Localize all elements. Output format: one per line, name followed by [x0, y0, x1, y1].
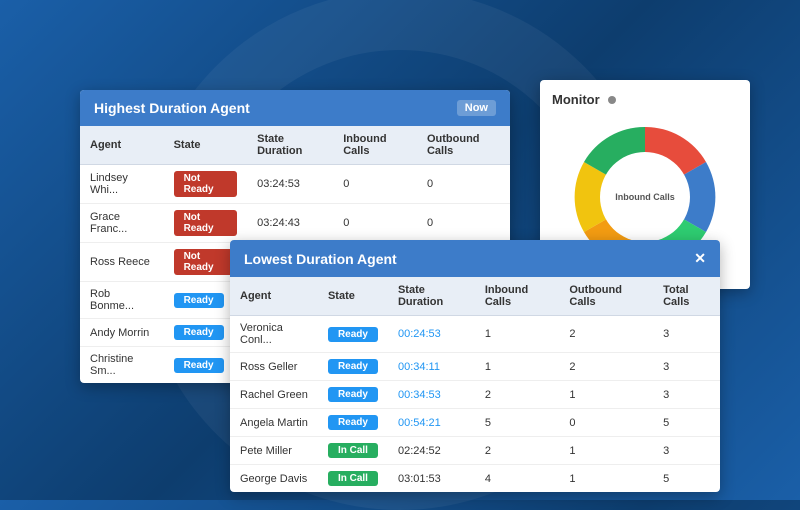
state-duration: 03:24:53: [247, 165, 333, 204]
agent-state: Not Ready: [164, 204, 248, 243]
agent-name: Christine Sm...: [80, 347, 164, 384]
monitor-title: Monitor: [552, 92, 738, 107]
agent-name: Pete Miller: [230, 437, 318, 465]
close-button[interactable]: ✕: [694, 250, 706, 267]
inbound-calls: 2: [475, 437, 560, 465]
agent-name: Lindsey Whi...: [80, 165, 164, 204]
inbound-calls: 4: [475, 465, 560, 493]
agent-name: Ross Reece: [80, 243, 164, 282]
state-duration: 00:24:53: [388, 316, 475, 353]
table-row: Veronica Conl... Ready 00:24:53 1 2 3: [230, 316, 720, 353]
inbound-calls: 0: [333, 165, 417, 204]
state-duration: 03:01:53: [388, 465, 475, 493]
inbound-calls: 5: [475, 409, 560, 437]
outbound-calls: 2: [559, 316, 653, 353]
col-inbound-l: Inbound Calls: [475, 277, 560, 316]
agent-state: Ready: [318, 353, 388, 381]
table-row: Grace Franc... Not Ready 03:24:43 0 0: [80, 204, 510, 243]
table-row: Lindsey Whi... Not Ready 03:24:53 0 0: [80, 165, 510, 204]
agent-state: In Call: [318, 465, 388, 493]
now-badge: Now: [457, 100, 496, 116]
col-agent-h: Agent: [80, 126, 164, 165]
total-calls: 5: [653, 465, 720, 493]
inbound-calls: 1: [475, 353, 560, 381]
state-duration: 00:34:53: [388, 381, 475, 409]
col-outbound-h: Outbound Calls: [417, 126, 510, 165]
total-calls: 5: [653, 409, 720, 437]
donut-center-label: Inbound Calls: [615, 192, 675, 202]
agent-state: Not Ready: [164, 165, 248, 204]
outbound-calls: 0: [417, 165, 510, 204]
agent-state: In Call: [318, 437, 388, 465]
col-inbound-h: Inbound Calls: [333, 126, 417, 165]
lowest-panel-title: Lowest Duration Agent: [244, 251, 397, 267]
agent-name: Angela Martin: [230, 409, 318, 437]
col-total-l: Total Calls: [653, 277, 720, 316]
agent-name: Rob Bonme...: [80, 282, 164, 319]
col-duration-l: State Duration: [388, 277, 475, 316]
outbound-calls: 2: [559, 353, 653, 381]
highest-panel-header: Highest Duration Agent Now: [80, 90, 510, 126]
lowest-duration-panel: Lowest Duration Agent ✕ Agent State Stat…: [230, 240, 720, 492]
lowest-table: Agent State State Duration Inbound Calls…: [230, 277, 720, 492]
agent-name: Rachel Green: [230, 381, 318, 409]
state-duration: 00:34:11: [388, 353, 475, 381]
agent-name: Veronica Conl...: [230, 316, 318, 353]
table-row: George Davis In Call 03:01:53 4 1 5: [230, 465, 720, 493]
outbound-calls: 0: [559, 409, 653, 437]
agent-state: Ready: [318, 316, 388, 353]
agent-name: Grace Franc...: [80, 204, 164, 243]
total-calls: 3: [653, 437, 720, 465]
highest-panel-title: Highest Duration Agent: [94, 100, 250, 116]
table-row: Angela Martin Ready 00:54:21 5 0 5: [230, 409, 720, 437]
total-calls: 3: [653, 381, 720, 409]
agent-name: George Davis: [230, 465, 318, 493]
state-duration: 03:24:43: [247, 204, 333, 243]
table-row: Pete Miller In Call 02:24:52 2 1 3: [230, 437, 720, 465]
col-duration-h: State Duration: [247, 126, 333, 165]
inbound-calls: 0: [333, 204, 417, 243]
outbound-calls: 1: [559, 465, 653, 493]
inbound-calls: 1: [475, 316, 560, 353]
outbound-calls: 1: [559, 381, 653, 409]
inbound-calls: 2: [475, 381, 560, 409]
agent-name: Ross Geller: [230, 353, 318, 381]
total-calls: 3: [653, 316, 720, 353]
outbound-calls: 1: [559, 437, 653, 465]
col-state-h: State: [164, 126, 248, 165]
agent-state: Ready: [318, 409, 388, 437]
monitor-dot: [608, 96, 616, 104]
col-outbound-l: Outbound Calls: [559, 277, 653, 316]
col-state-l: State: [318, 277, 388, 316]
table-row: Rachel Green Ready 00:34:53 2 1 3: [230, 381, 720, 409]
outbound-calls: 0: [417, 204, 510, 243]
col-agent-l: Agent: [230, 277, 318, 316]
monitor-label: Monitor: [552, 92, 600, 107]
agent-state: Ready: [318, 381, 388, 409]
lowest-panel-header: Lowest Duration Agent ✕: [230, 240, 720, 277]
state-duration: 02:24:52: [388, 437, 475, 465]
state-duration: 00:54:21: [388, 409, 475, 437]
table-row: Ross Geller Ready 00:34:11 1 2 3: [230, 353, 720, 381]
agent-name: Andy Morrin: [80, 319, 164, 347]
total-calls: 3: [653, 353, 720, 381]
